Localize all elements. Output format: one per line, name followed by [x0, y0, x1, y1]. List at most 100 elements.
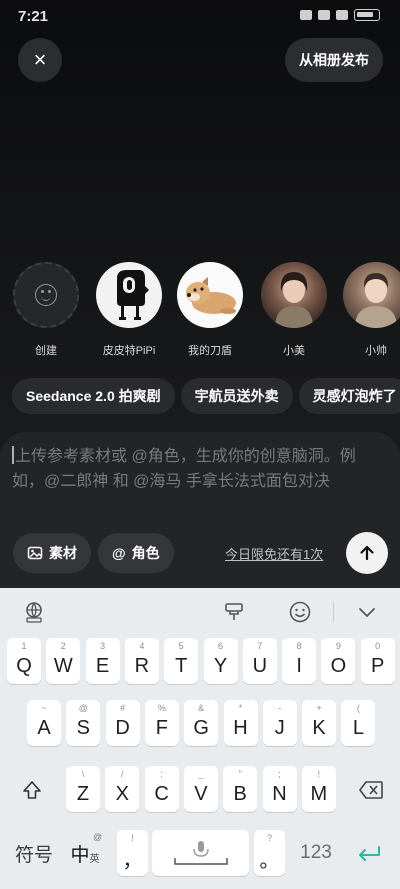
key-p[interactable]: 0P	[360, 638, 395, 684]
key-hint: "	[238, 769, 242, 779]
dog-icon	[186, 277, 236, 314]
key-b[interactable]: " B	[223, 766, 258, 812]
boy-avatar[interactable]	[343, 262, 400, 328]
space-key[interactable]	[152, 830, 249, 876]
dog-avatar[interactable]	[177, 262, 243, 328]
key-d[interactable]: # D	[105, 700, 140, 746]
girl-portrait-icon	[275, 272, 313, 328]
key-hint: *	[238, 703, 243, 713]
key-s[interactable]: @ S	[66, 700, 101, 746]
key-u[interactable]: 7U	[242, 638, 277, 684]
key-v[interactable]: _ V	[183, 766, 218, 812]
key-hint: 4	[139, 641, 145, 651]
key-hint: #	[120, 703, 126, 713]
key-label: G	[193, 716, 209, 739]
key-label: Q	[16, 654, 32, 677]
create-avatar[interactable]	[13, 262, 79, 328]
character-label: 小帅	[365, 345, 387, 357]
comma-key[interactable]: ! ，	[117, 830, 148, 876]
character-xiaomei[interactable]: 小美	[254, 262, 334, 358]
brush-icon[interactable]	[220, 598, 248, 626]
key-x[interactable]: / X	[105, 766, 140, 812]
key-t[interactable]: 5T	[164, 638, 199, 684]
key-r[interactable]: 4R	[124, 638, 159, 684]
key-hint: 9	[335, 641, 341, 651]
shift-icon	[23, 781, 41, 799]
key-e[interactable]: 3E	[85, 638, 120, 684]
publish-from-album-button[interactable]: 从相册发布	[285, 38, 383, 82]
key-label: P	[371, 654, 385, 677]
free-quota-link[interactable]: 今日限免还有1次	[225, 544, 323, 563]
language-key-at: @	[93, 832, 103, 842]
key-o[interactable]: 9O	[321, 638, 356, 684]
key-j[interactable]: -J	[262, 700, 297, 746]
tag-seedance[interactable]: Seedance 2.0 拍爽剧	[12, 378, 175, 414]
key-k[interactable]: + K	[302, 700, 337, 746]
key-hint: @	[78, 703, 88, 713]
role-button[interactable]: @ 角色	[98, 533, 174, 573]
key-hint: :	[160, 769, 163, 779]
language-key[interactable]: @ 中 英	[62, 830, 108, 876]
chevron-down-icon[interactable]	[353, 598, 381, 626]
emoji-icon[interactable]	[286, 598, 314, 626]
keyboard-toolbar	[0, 588, 400, 634]
key-hint: 2	[60, 641, 66, 651]
prompt-tags: Seedance 2.0 拍爽剧 宇航员送外卖 灵感灯泡炸了	[12, 378, 400, 414]
key-l[interactable]: (L	[341, 700, 376, 746]
character-label: 创建	[35, 345, 57, 357]
text-cursor	[12, 446, 14, 464]
character-dog[interactable]: 我的刀盾	[170, 262, 250, 358]
prompt-input[interactable]: 上传参考素材或 @角色，生成你的创意脑洞。例如，@二郎神 和 @海马 手拿长法式…	[12, 444, 382, 494]
character-label: 我的刀盾	[188, 345, 232, 357]
shift-key[interactable]	[6, 768, 58, 812]
key-n[interactable]: ; N	[262, 766, 297, 812]
key-label: S	[76, 716, 90, 739]
key-label: E	[95, 654, 110, 677]
key-hint: ;	[278, 769, 281, 779]
pipi-avatar[interactable]	[96, 262, 162, 328]
comma-key-label: ，	[122, 849, 143, 872]
character-label: 小美	[283, 345, 305, 357]
key-label: X	[115, 782, 129, 805]
composer-panel: 上传参考素材或 @角色，生成你的创意脑洞。例如，@二郎神 和 @海马 手拿长法式…	[0, 432, 400, 592]
period-key[interactable]: ? 。	[254, 830, 285, 876]
role-label: 角色	[131, 545, 160, 561]
character-pipi[interactable]: 皮皮特PiPi	[89, 262, 169, 358]
numbers-key[interactable]: 123	[292, 830, 340, 876]
key-label: D	[115, 716, 130, 739]
key-g[interactable]: & G	[184, 700, 219, 746]
tag-inspiration[interactable]: 灵感灯泡炸了	[298, 378, 400, 414]
girl-avatar[interactable]	[261, 262, 327, 328]
key-w[interactable]: 2W	[46, 638, 81, 684]
send-button[interactable]	[346, 532, 388, 574]
key-hint: +	[316, 703, 322, 713]
close-button[interactable]: ×	[18, 38, 62, 82]
character-create[interactable]: 创建	[6, 262, 86, 358]
backspace-key[interactable]	[345, 768, 397, 812]
key-f[interactable]: % F	[144, 700, 179, 746]
key-label: A	[37, 716, 51, 739]
material-button[interactable]: 素材	[13, 533, 91, 573]
key-m[interactable]: ! M	[301, 766, 336, 812]
key-label: V	[194, 782, 208, 805]
key-label: T	[175, 654, 188, 677]
enter-key[interactable]	[345, 830, 393, 876]
character-xiaoshuai[interactable]: 小帅	[336, 262, 400, 358]
key-i[interactable]: 8I	[282, 638, 317, 684]
status-time: 7:21	[18, 8, 49, 25]
key-hint: 6	[217, 641, 223, 651]
key-hint: 8	[296, 641, 302, 651]
keyboard-menu-icon[interactable]	[20, 598, 48, 626]
key-h[interactable]: * H	[223, 700, 258, 746]
key-label: Y	[213, 654, 228, 677]
tag-astronaut[interactable]: 宇航员送外卖	[180, 378, 293, 414]
key-label: L	[352, 716, 364, 739]
key-z[interactable]: \ Z	[66, 766, 100, 812]
key-hint: 3	[100, 641, 106, 651]
key-q[interactable]: 1Q	[7, 638, 41, 684]
symbols-key[interactable]: 符号	[6, 830, 62, 876]
backspace-icon	[359, 781, 383, 799]
key-a[interactable]: ~ A	[27, 700, 61, 746]
key-c[interactable]: :C	[144, 766, 179, 812]
key-y[interactable]: 6Y	[203, 638, 238, 684]
